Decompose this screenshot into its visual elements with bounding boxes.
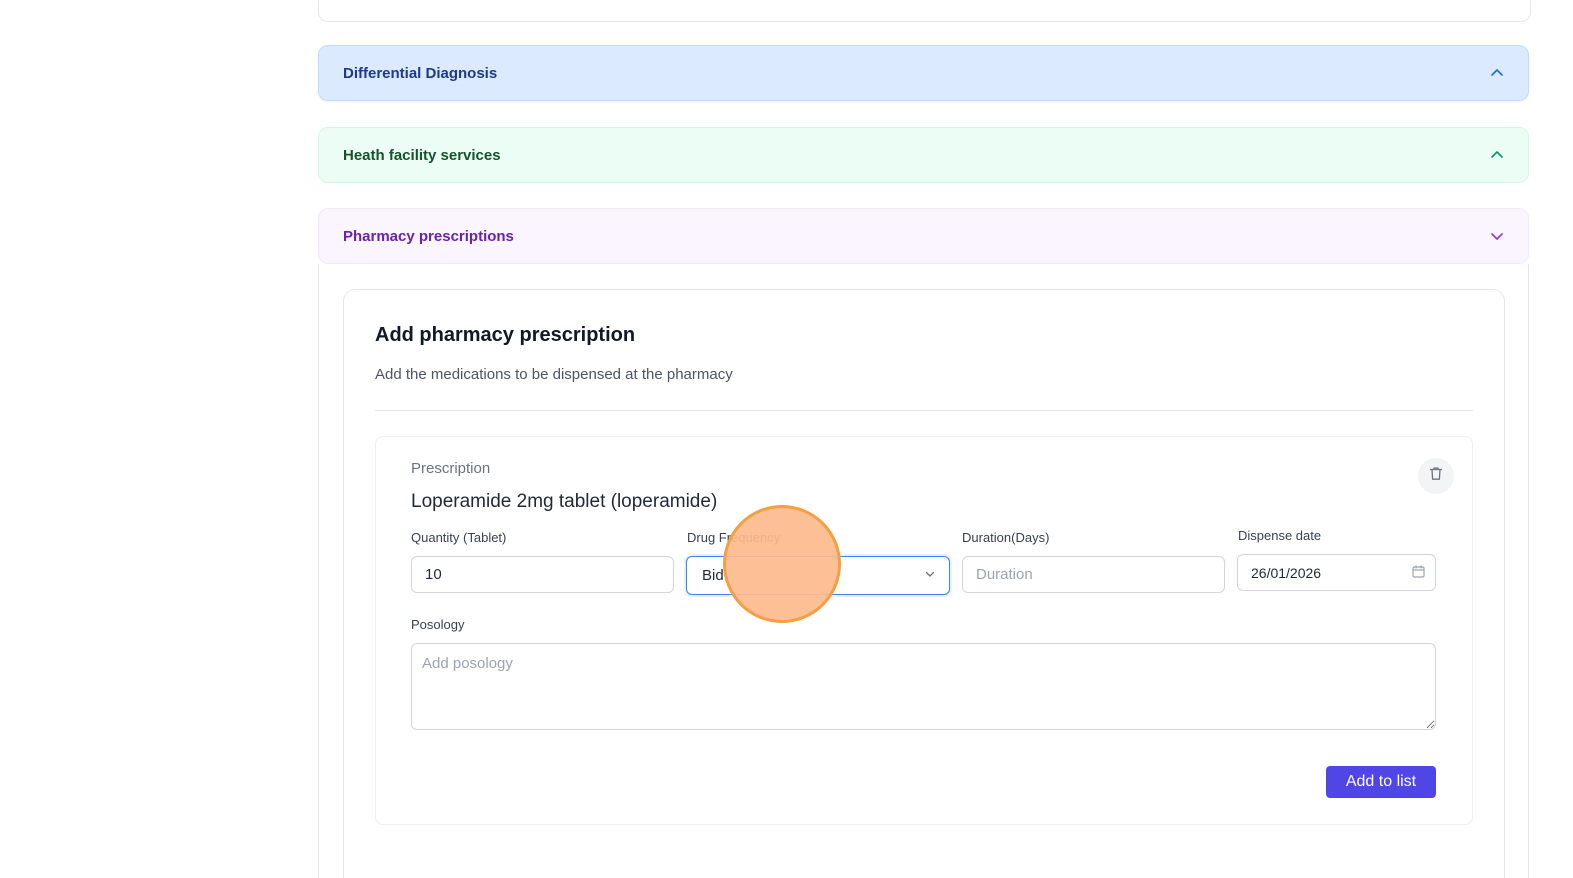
page: Differential Diagnosis Heath facility se… [0, 0, 1573, 878]
dispense-date-input[interactable]: 26/01/2026 [1237, 554, 1436, 591]
chevron-up-icon [1490, 66, 1504, 80]
drug-frequency-select[interactable]: Bid [686, 556, 950, 595]
drug-frequency-label: Drug Frequency [687, 530, 781, 545]
posology-textarea[interactable] [411, 643, 1436, 730]
card-subtitle: Add the medications to be dispensed at t… [375, 366, 733, 383]
chevron-up-icon [1490, 148, 1504, 162]
card-title: Add pharmacy prescription [375, 324, 636, 346]
drug-name: Loperamide 2mg tablet (loperamide) [411, 491, 718, 512]
posology-label: Posology [411, 617, 465, 632]
prescription-label: Prescription [411, 460, 491, 477]
accordion-differential-diagnosis[interactable]: Differential Diagnosis [318, 45, 1529, 101]
dispense-date-label: Dispense date [1238, 528, 1322, 543]
chevron-down-icon [924, 567, 936, 584]
accordion-title: Pharmacy prescriptions [343, 227, 514, 245]
previous-section-card [318, 0, 1531, 22]
accordion-title: Differential Diagnosis [343, 64, 498, 82]
accordion-pharmacy-prescriptions[interactable]: Pharmacy prescriptions [318, 208, 1529, 264]
add-to-list-button[interactable]: Add to list [1326, 766, 1436, 798]
accordion-title: Heath facility services [343, 146, 501, 164]
delete-prescription-button[interactable] [1418, 458, 1454, 494]
quantity-input[interactable] [411, 556, 674, 593]
drug-frequency-value: Bid [702, 567, 724, 584]
chevron-down-icon [1490, 229, 1504, 243]
duration-label: Duration(Days) [962, 530, 1050, 545]
duration-input[interactable] [962, 556, 1225, 593]
trash-icon [1429, 466, 1443, 486]
dispense-date-value: 26/01/2026 [1251, 564, 1322, 581]
quantity-label: Quantity (Tablet) [411, 530, 507, 545]
calendar-icon [1412, 564, 1425, 581]
divider [375, 410, 1473, 411]
accordion-health-facility-services[interactable]: Heath facility services [318, 127, 1529, 183]
